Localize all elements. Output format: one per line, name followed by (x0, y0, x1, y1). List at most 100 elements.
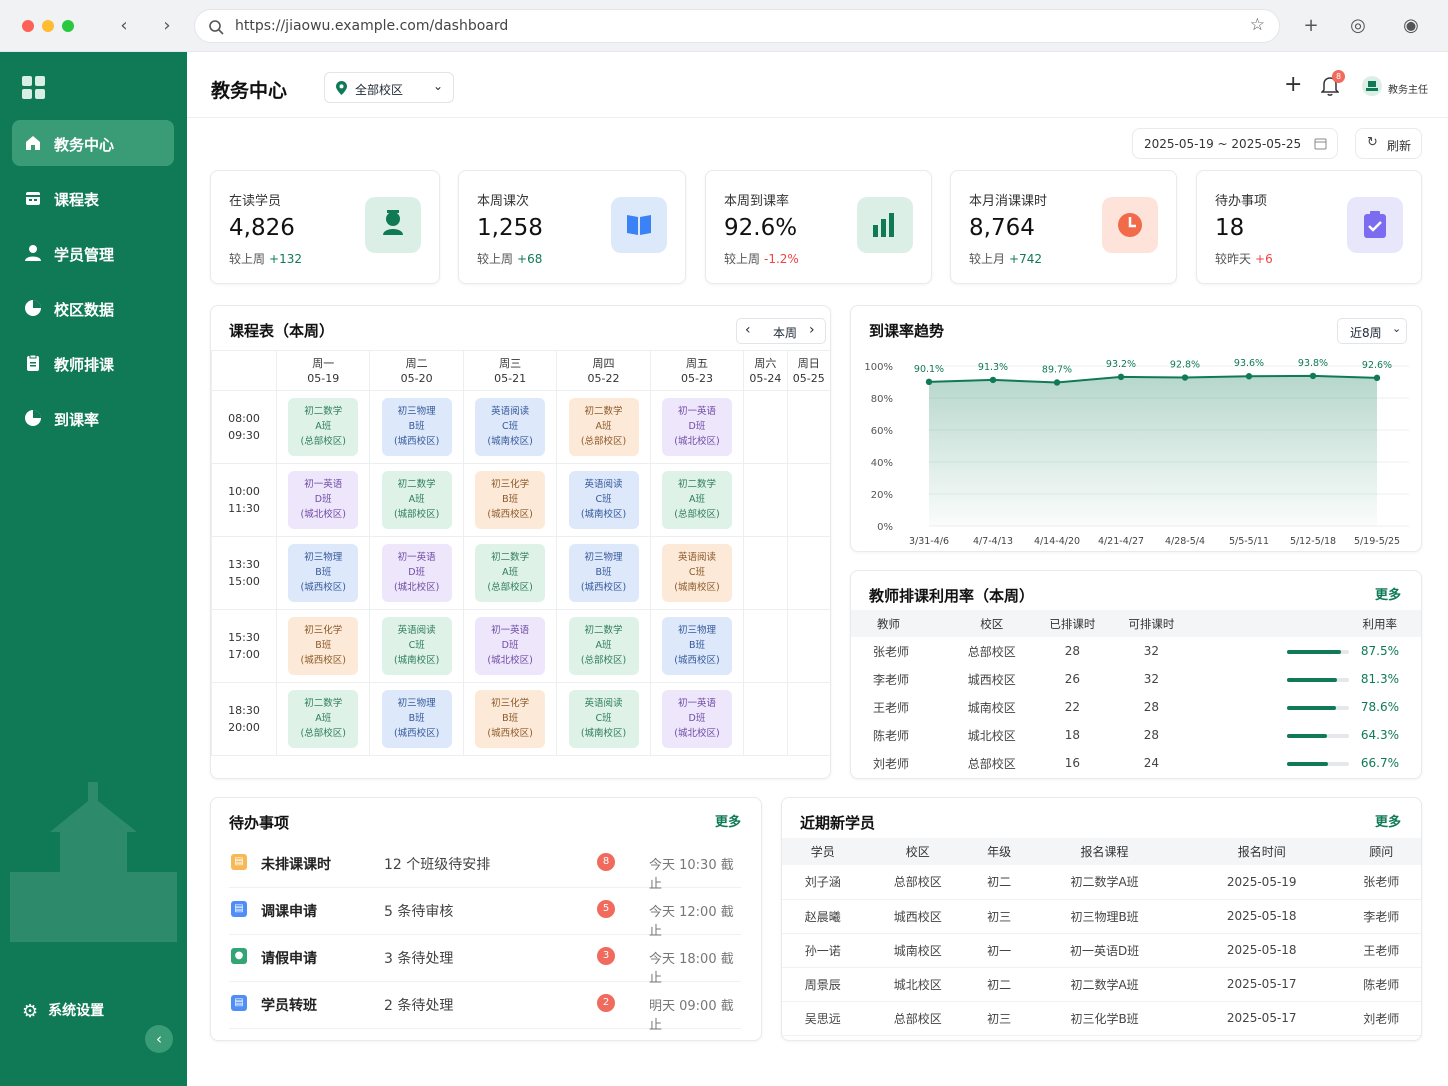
timetable-cell[interactable]: 初三物理 B班 (城西校区) (556, 536, 651, 610)
timetable-cell[interactable] (786, 390, 830, 464)
data-point[interactable] (1117, 373, 1125, 381)
sidebar-settings[interactable]: ⚙ 系统设置 (22, 1000, 104, 1022)
collapse-sidebar-button[interactable]: ‹ (145, 1025, 173, 1053)
timetable-cell[interactable]: 初一英语 D班 (城北校区) (275, 463, 371, 537)
close-window-button[interactable] (22, 20, 34, 32)
class-block[interactable]: 初三化学 B班 (城西校区) (475, 471, 546, 529)
class-block[interactable]: 初一英语 D班 (城北校区) (661, 398, 732, 456)
timetable-cell[interactable]: 初一英语 D班 (城北校区) (369, 536, 464, 610)
class-block[interactable]: 英语阅读 C班 (城南校区) (568, 471, 639, 529)
class-block[interactable]: 初一英语 D班 (城北校区) (661, 690, 732, 748)
week-label[interactable]: 本周 (773, 324, 797, 341)
add-icon[interactable]: + (1284, 72, 1302, 97)
class-block[interactable]: 初三物理 B班 (城西校区) (381, 690, 452, 748)
timetable-cell[interactable]: 初二数学 A班 (总部校区) (556, 390, 651, 464)
class-block[interactable]: 初二数学 A班 (总部校区) (661, 471, 732, 529)
data-point[interactable] (1373, 374, 1381, 382)
class-block[interactable]: 英语阅读 C班 (城南校区) (568, 690, 639, 748)
timetable-cell[interactable]: 初二数学 A班 (总部校区) (556, 609, 651, 683)
new-students-more-link[interactable]: 更多 (1375, 811, 1401, 830)
data-point[interactable] (1181, 374, 1189, 381)
timetable-cell[interactable] (743, 536, 788, 610)
class-block[interactable]: 初二数学 A班 (总部校区) (475, 544, 546, 602)
app-logo-icon[interactable] (22, 76, 46, 100)
class-block[interactable]: 初二数学 A班 (总部校区) (288, 690, 359, 748)
date-range-picker[interactable]: 2025-05-19 ~ 2025-05-25 (1132, 128, 1338, 159)
timetable-cell[interactable] (743, 463, 788, 537)
data-point[interactable] (925, 378, 933, 386)
refresh-button[interactable]: ↻ 刷新 (1355, 128, 1422, 159)
timetable-cell[interactable]: 初二数学 A班 (总部校区) (275, 682, 371, 756)
table-row[interactable]: 赵晨曦 城西校区 初三 初三物理B班 2025-05-18 李老师 (782, 899, 1421, 934)
teacher-util-more-link[interactable]: 更多 (1375, 584, 1401, 603)
table-row[interactable]: 周景辰 城北校区 初二 初二数学A班 2025-05-17 陈老师 (782, 967, 1421, 1002)
timetable-cell[interactable] (786, 609, 830, 683)
timetable-cell[interactable]: 初三物理 B班 (城西校区) (369, 390, 464, 464)
class-block[interactable]: 英语阅读 C班 (城南校区) (661, 544, 732, 602)
sidebar-item-teacher-schedule[interactable]: 教师排课 (12, 340, 174, 386)
class-block[interactable]: 英语阅读 C班 (城南校区) (381, 617, 452, 675)
class-block[interactable]: 初三化学 B班 (城西校区) (475, 690, 546, 748)
data-point[interactable] (1245, 373, 1253, 380)
profile-icon[interactable]: ◉ (1399, 14, 1423, 38)
timetable-cell[interactable]: 初二数学 A班 (总部校区) (462, 536, 558, 610)
todo-item[interactable]: ▤ 调课申请 5 条待审核 5 今天 12:00 截止 (229, 889, 741, 939)
timetable-cell[interactable]: 英语阅读 C班 (城南校区) (556, 463, 651, 537)
sidebar-item-attendance[interactable]: 到课率 (12, 395, 174, 441)
class-block[interactable]: 初二数学 A班 (总部校区) (568, 617, 639, 675)
timetable-cell[interactable] (743, 390, 788, 464)
table-row[interactable]: 刘子涵 总部校区 初二 初二数学A班 2025-05-19 张老师 (782, 865, 1421, 900)
timetable-cell[interactable] (786, 463, 830, 537)
user-role[interactable]: 教务主任 (1388, 81, 1428, 96)
data-point[interactable] (989, 376, 997, 384)
timetable-cell[interactable]: 英语阅读 C班 (城南校区) (462, 390, 558, 464)
class-block[interactable]: 初三物理 B班 (城西校区) (381, 398, 452, 456)
timetable-cell[interactable]: 初三化学 B班 (城西校区) (462, 463, 558, 537)
address-bar[interactable]: https://jiaowu.example.com/dashboard ☆ (194, 9, 1280, 43)
class-block[interactable]: 初三物理 B班 (城西校区) (288, 544, 359, 602)
notification-bell[interactable]: 8 (1320, 70, 1345, 98)
back-icon[interactable]: ‹ (112, 14, 136, 38)
timetable-cell[interactable]: 初二数学 A班 (城部校区) (369, 463, 464, 537)
new-tab-icon[interactable]: + (1299, 14, 1323, 38)
campus-select[interactable]: 全部校区 ⌄ (324, 72, 454, 103)
table-row[interactable]: 孙一诺 城南校区 初一 初一英语D班 2025-05-18 王老师 (782, 933, 1421, 968)
sidebar-item-dashboard[interactable]: 教务中心 (12, 120, 174, 166)
data-point[interactable] (1309, 372, 1317, 380)
chevron-right-icon[interactable]: › (809, 322, 815, 338)
class-block[interactable]: 初三物理 B班 (城西校区) (568, 544, 639, 602)
timetable-cell[interactable] (786, 536, 830, 610)
class-block[interactable]: 初二数学 A班 (总部校区) (568, 398, 639, 456)
minimize-window-button[interactable] (42, 20, 54, 32)
timetable-cell[interactable]: 初二数学 A班 (总部校区) (275, 390, 371, 464)
class-block[interactable]: 初一英语 D班 (城北校区) (288, 471, 359, 529)
timetable-cell[interactable]: 初一英语 D班 (城北校区) (649, 682, 745, 756)
todo-more-link[interactable]: 更多 (715, 811, 741, 830)
chevron-left-icon[interactable]: ‹ (745, 322, 751, 338)
todo-item[interactable]: ▤ 学员转班 2 条待处理 2 明天 09:00 截止 (229, 983, 741, 1033)
timetable-cell[interactable]: 英语阅读 C班 (城南校区) (369, 609, 464, 683)
avatar[interactable] (1362, 76, 1382, 96)
table-row[interactable]: 吴思远 总部校区 初三 初三化学B班 2025-05-17 刘老师 (782, 1001, 1421, 1036)
maximize-window-button[interactable] (62, 20, 74, 32)
timetable-cell[interactable] (743, 682, 788, 756)
timetable-cell[interactable]: 英语阅读 C班 (城南校区) (649, 536, 745, 610)
sidebar-item-timetable[interactable]: 课程表 (12, 175, 174, 221)
class-block[interactable]: 初三化学 B班 (城西校区) (288, 617, 359, 675)
timetable-cell[interactable]: 初三化学 B班 (城西校区) (462, 682, 558, 756)
class-block[interactable]: 英语阅读 C班 (城南校区) (475, 398, 546, 456)
todo-item[interactable]: ▤ 未排课课时 12 个班级待安排 8 今天 10:30 截止 (229, 842, 741, 892)
timetable-cell[interactable]: 初三物理 B班 (城西校区) (369, 682, 464, 756)
timetable-cell[interactable]: 英语阅读 C班 (城南校区) (556, 682, 651, 756)
star-icon[interactable]: ☆ (1250, 15, 1265, 35)
forward-icon[interactable]: › (155, 14, 179, 38)
sidebar-item-campus-data[interactable]: 校区数据 (12, 285, 174, 331)
todo-item[interactable]: ● 请假申请 3 条待处理 3 今天 18:00 截止 (229, 936, 741, 986)
timetable-cell[interactable]: 初二数学 A班 (总部校区) (649, 463, 745, 537)
timetable-cell[interactable] (786, 682, 830, 756)
class-block[interactable]: 初一英语 D班 (城北校区) (381, 544, 452, 602)
sidebar-item-students[interactable]: 学员管理 (12, 230, 174, 276)
timetable-cell[interactable]: 初一英语 D班 (城北校区) (462, 609, 558, 683)
extensions-icon[interactable]: ◎ (1346, 14, 1370, 38)
timetable-cell[interactable]: 初一英语 D班 (城北校区) (649, 390, 745, 464)
